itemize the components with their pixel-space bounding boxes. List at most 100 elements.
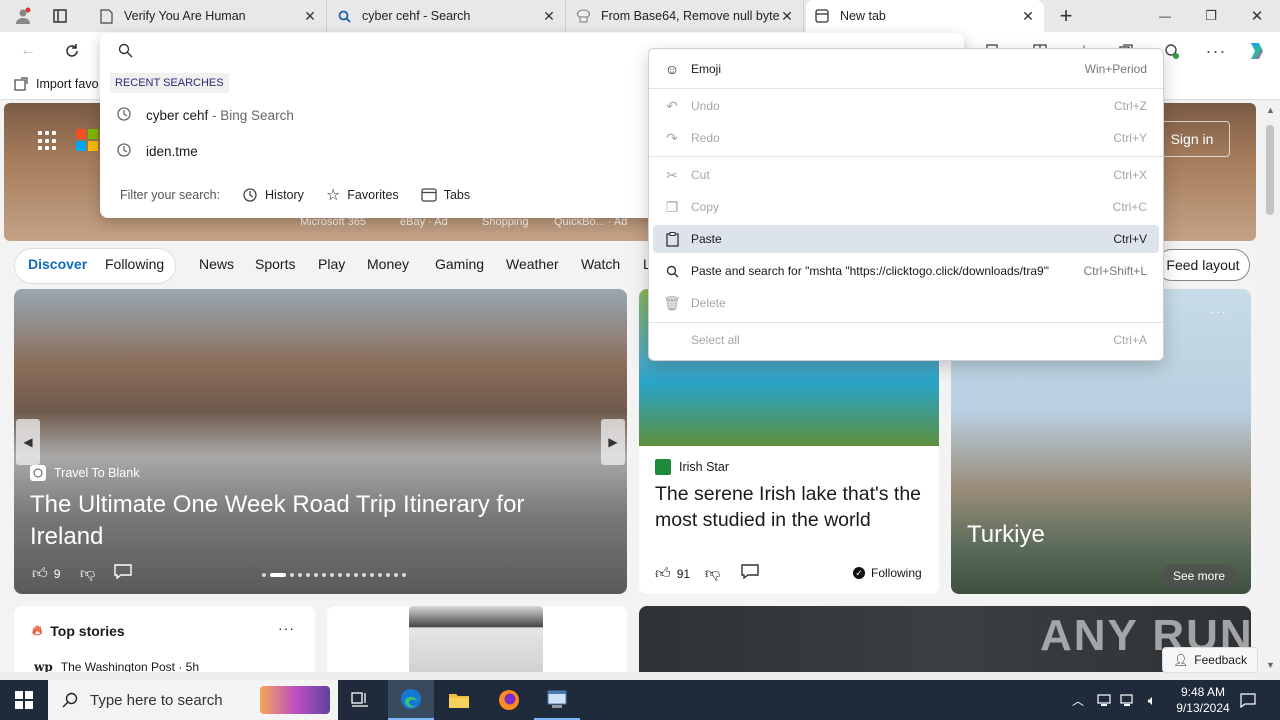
start-icon[interactable] <box>0 680 48 720</box>
new-tab-button[interactable]: + <box>1052 0 1080 32</box>
story-headline[interactable]: The Ultimate One Week Road Trip Itinerar… <box>30 489 590 553</box>
star-icon: ☆ <box>325 187 341 204</box>
profile-icon[interactable] <box>6 0 40 32</box>
nav-sports[interactable]: Sports <box>255 256 295 272</box>
following-badge[interactable]: ✓ Following <box>853 566 922 580</box>
tab-search[interactable]: cyber cehf - Search ✕ <box>328 0 566 32</box>
edge-taskbar-icon[interactable] <box>388 680 434 720</box>
check-icon: ✓ <box>853 567 865 579</box>
menu-item-select-all[interactable]: Select all Ctrl+A <box>653 326 1159 354</box>
menu-item-paste[interactable]: Paste Ctrl+V <box>653 225 1159 253</box>
scroll-down-icon[interactable]: ▼ <box>1266 660 1275 670</box>
comment-icon[interactable] <box>741 564 759 579</box>
menu-item-shortcut: Ctrl+C <box>1112 200 1147 214</box>
featured-story-card[interactable]: ◀ ▶ Travel To Blank The Ultimate One Wee… <box>14 289 627 594</box>
suggestion-item[interactable]: iden.tme <box>116 141 198 161</box>
file-explorer-icon[interactable] <box>436 680 482 720</box>
firefox-icon[interactable] <box>486 680 532 720</box>
top-stories-card: 🔥︎ Top stories ··· wp The Washington Pos… <box>14 606 315 672</box>
more-icon[interactable]: ··· <box>1204 40 1228 62</box>
maximize-button[interactable]: ❐ <box>1188 0 1234 32</box>
nav-play[interactable]: Play <box>318 256 345 272</box>
address-input[interactable] <box>144 39 644 63</box>
see-more-button[interactable]: See more <box>1160 564 1237 588</box>
filter-favorites-button[interactable]: ☆ Favorites <box>326 185 399 205</box>
close-tab-icon[interactable]: ✕ <box>541 8 557 25</box>
menu-item-copy[interactable]: ❐ Copy Ctrl+C <box>653 193 1159 221</box>
menu-item-paste-and-search[interactable]: Paste and search for "mshta "https://cli… <box>653 257 1159 285</box>
menu-item-delete[interactable]: 🗑︎ Delete <box>653 289 1159 317</box>
close-window-button[interactable]: ✕ <box>1234 0 1280 32</box>
tab-actions-icon[interactable] <box>48 0 72 32</box>
import-favorites-button[interactable]: Import favo <box>14 77 99 91</box>
nav-gaming[interactable]: Gaming <box>435 256 484 272</box>
source-logo-icon <box>30 465 46 481</box>
windows-taskbar: Type here to search ︿ 🔈︎ 9:48 AM 9/13/20… <box>0 680 1280 720</box>
tab-cyberchef[interactable]: From Base64, Remove null bytes ✕ <box>567 0 804 32</box>
top-stories-title: Top stories <box>50 622 125 639</box>
copilot-icon[interactable] <box>1244 40 1268 62</box>
product-card[interactable] <box>327 606 627 672</box>
tab-following[interactable]: Following <box>105 256 164 272</box>
sign-in-button[interactable]: Sign in <box>1154 121 1230 157</box>
task-view-icon[interactable] <box>340 680 380 720</box>
clipboard-icon <box>653 231 691 247</box>
menu-item-cut[interactable]: ✂ Cut Ctrl+X <box>653 161 1159 189</box>
taskbar-clock[interactable]: 9:48 AM 9/13/2024 <box>1172 684 1234 716</box>
wapo-logo-icon: wp <box>34 660 53 672</box>
feed-layout-button[interactable]: Feed layout <box>1156 249 1250 281</box>
menu-item-label: Undo <box>691 99 720 113</box>
source-name: Irish Star <box>679 460 730 474</box>
close-tab-icon[interactable]: ✕ <box>302 8 318 25</box>
suggestion-item[interactable]: cyber cehf - Bing Search <box>116 105 294 125</box>
taskbar-search-box[interactable]: Type here to search <box>48 680 338 720</box>
nav-news[interactable]: News <box>199 256 234 272</box>
comment-icon[interactable] <box>114 564 132 579</box>
chevron-up-icon[interactable]: ︿ <box>1068 680 1088 720</box>
close-tab-icon[interactable]: ✕ <box>1020 8 1036 25</box>
thumbs-down-icon[interactable]: 👎︎ <box>80 565 95 583</box>
network-icon[interactable] <box>1118 680 1138 720</box>
page-scrollbar[interactable]: ▲ ▼ <box>1262 101 1280 672</box>
nav-money[interactable]: Money <box>367 256 409 272</box>
tab-label: cyber cehf - Search <box>362 9 471 23</box>
menu-item-emoji[interactable]: ☺ Emoji Win+Period <box>653 55 1159 83</box>
carousel-dots <box>262 573 406 577</box>
filter-tabs-button[interactable]: Tabs <box>421 188 470 202</box>
carousel-prev-icon[interactable]: ◀ <box>16 419 40 465</box>
scrollbar-thumb[interactable] <box>1266 125 1274 215</box>
menu-item-undo[interactable]: ↶ Undo Ctrl+Z <box>653 92 1159 120</box>
close-tab-icon[interactable]: ✕ <box>779 8 795 25</box>
story-source-row[interactable]: wp The Washington Post · 5h <box>34 660 199 672</box>
menu-item-label: Paste <box>691 232 722 246</box>
menu-separator <box>649 322 1163 323</box>
thumbs-down-icon[interactable]: 👎︎ <box>705 565 720 583</box>
story-headline[interactable]: The serene Irish lake that's the most st… <box>655 481 925 533</box>
app-window-icon[interactable] <box>534 680 580 720</box>
apps-grid-icon[interactable] <box>38 131 58 151</box>
nav-watch[interactable]: Watch <box>581 256 620 272</box>
carousel-next-icon[interactable]: ▶ <box>601 419 625 465</box>
volume-icon[interactable]: 🔈︎ <box>1142 680 1162 720</box>
tab-label: New tab <box>840 9 886 23</box>
menu-item-redo[interactable]: ↷ Redo Ctrl+Y <box>653 124 1159 152</box>
scissors-icon: ✂ <box>666 166 678 183</box>
like-button[interactable]: 👍︎ 91 <box>655 565 690 583</box>
tab-newtab[interactable]: New tab ✕ <box>806 0 1044 32</box>
card-menu-icon[interactable]: ··· <box>1210 303 1227 319</box>
tab-verify[interactable]: Verify You Are Human ✕ <box>90 0 327 32</box>
network-device-icon[interactable] <box>1094 680 1114 720</box>
filter-history-button[interactable]: History <box>242 187 304 203</box>
card-menu-icon[interactable]: ··· <box>278 620 295 636</box>
tabs-icon <box>421 188 437 202</box>
nav-weather[interactable]: Weather <box>506 256 559 272</box>
notifications-icon[interactable] <box>1234 680 1262 720</box>
search-highlight-icon <box>260 686 330 714</box>
refresh-icon[interactable] <box>60 40 84 62</box>
tab-discover[interactable]: Discover <box>28 256 87 272</box>
like-button[interactable]: 👍︎ 9 <box>32 565 60 583</box>
scroll-up-icon[interactable]: ▲ <box>1266 105 1275 115</box>
minimize-button[interactable]: — <box>1142 0 1188 32</box>
back-icon[interactable]: ← <box>16 40 40 62</box>
feedback-button[interactable]: 👤︎ Feedback <box>1162 647 1258 673</box>
